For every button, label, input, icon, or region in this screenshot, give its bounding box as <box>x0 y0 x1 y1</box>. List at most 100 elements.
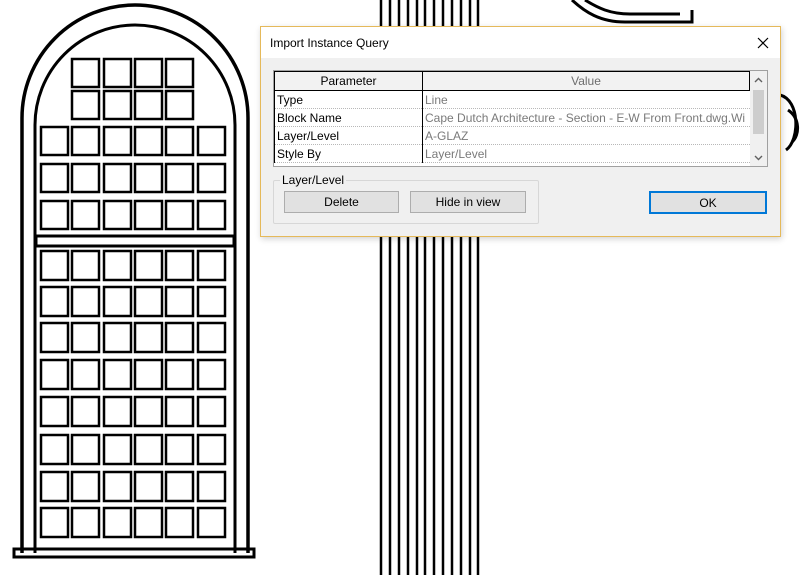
dialog-titlebar[interactable]: Import Instance Query <box>261 27 780 58</box>
window-pane <box>102 358 133 391</box>
window-pane <box>70 285 101 318</box>
window-pane <box>39 395 70 428</box>
scroll-thumb[interactable] <box>753 90 764 134</box>
window-pane <box>39 249 70 282</box>
layer-level-group: Layer/Level Delete Hide in view <box>273 173 539 224</box>
parameter-grid[interactable]: Parameter Value Type Line Block Name Cap… <box>273 70 768 167</box>
scroll-down-button[interactable] <box>750 149 767 166</box>
parameter-table: Parameter Value Type Line Block Name Cap… <box>274 71 750 163</box>
ornament-curve <box>584 0 680 16</box>
window-pane <box>196 433 227 466</box>
window-pane <box>133 433 164 466</box>
window-pane <box>133 285 164 318</box>
window-pane <box>39 125 70 157</box>
window-pane <box>196 395 227 428</box>
window-pane <box>102 89 133 121</box>
window-pane <box>70 321 101 354</box>
window-pane <box>133 358 164 391</box>
window-pane <box>102 470 133 503</box>
table-header-row: Parameter Value <box>274 71 750 91</box>
window-pane <box>164 249 195 282</box>
row-value: Cape Dutch Architecture - Section - E-W … <box>422 108 750 127</box>
window-pane <box>133 125 164 157</box>
window-pane <box>196 321 227 354</box>
window-pane <box>70 89 101 121</box>
window-pane <box>39 285 70 318</box>
window-pane <box>164 285 195 318</box>
table-row[interactable]: Type Line <box>274 90 750 109</box>
window-pane <box>196 125 227 157</box>
column-header-value[interactable]: Value <box>422 71 750 91</box>
window-pane <box>102 162 133 194</box>
row-param: Type <box>274 90 423 109</box>
table-row[interactable]: Style By Layer/Level <box>274 144 750 163</box>
window-pane <box>196 506 227 539</box>
window-pane <box>39 199 70 231</box>
delete-button[interactable]: Delete <box>284 191 399 213</box>
window-pane <box>102 249 133 282</box>
scroll-up-button[interactable] <box>750 71 767 88</box>
window-pane <box>102 125 133 157</box>
window-pane <box>133 57 164 89</box>
column-header-parameter[interactable]: Parameter <box>274 71 423 91</box>
window-pane <box>70 358 101 391</box>
window-pane <box>164 89 195 121</box>
window-pane <box>164 57 195 89</box>
window-pane <box>196 162 227 194</box>
window-pane <box>196 470 227 503</box>
row-value: A-GLAZ <box>422 126 750 145</box>
window-pane <box>39 433 70 466</box>
dialog-title: Import Instance Query <box>270 36 389 50</box>
row-value: Line <box>422 90 750 109</box>
window-pane <box>70 506 101 539</box>
window-sill <box>12 547 256 559</box>
window-pane <box>102 506 133 539</box>
close-icon <box>757 37 769 48</box>
window-pane <box>102 57 133 89</box>
window-pane <box>70 395 101 428</box>
window-pane <box>133 470 164 503</box>
close-button[interactable] <box>746 27 780 58</box>
table-row[interactable]: Layer/Level A-GLAZ <box>274 126 750 145</box>
chevron-down-icon <box>754 155 763 160</box>
row-param: Style By <box>274 144 423 163</box>
hide-in-view-button[interactable]: Hide in view <box>410 191 526 213</box>
window-pane <box>164 321 195 354</box>
window-pane <box>164 395 195 428</box>
window-pane <box>39 162 70 194</box>
ok-button[interactable]: OK <box>649 191 767 214</box>
window-pane <box>164 506 195 539</box>
window-pane <box>39 358 70 391</box>
window-pane <box>133 249 164 282</box>
window-pane <box>196 358 227 391</box>
window-pane <box>164 199 195 231</box>
window-pane <box>164 470 195 503</box>
window-pane <box>102 321 133 354</box>
window-pane <box>196 285 227 318</box>
import-instance-query-dialog: Import Instance Query Parameter Value Ty… <box>260 26 781 237</box>
window-pane <box>70 162 101 194</box>
group-label: Layer/Level <box>280 173 347 187</box>
window-pane <box>39 321 70 354</box>
window-transom <box>34 234 236 248</box>
window-pane <box>102 395 133 428</box>
window-pane <box>102 199 133 231</box>
window-pane <box>164 125 195 157</box>
window-pane <box>39 506 70 539</box>
vertical-scrollbar[interactable] <box>750 71 767 166</box>
window-pane <box>133 162 164 194</box>
row-param: Layer/Level <box>274 126 423 145</box>
window-pane <box>70 199 101 231</box>
window-pane <box>70 57 101 89</box>
window-pane <box>102 433 133 466</box>
window-pane <box>102 285 133 318</box>
window-pane <box>133 321 164 354</box>
window-pane <box>133 89 164 121</box>
window-pane <box>70 433 101 466</box>
window-pane <box>196 199 227 231</box>
table-row[interactable]: Block Name Cape Dutch Architecture - Sec… <box>274 108 750 127</box>
window-pane <box>164 162 195 194</box>
window-pane <box>133 506 164 539</box>
window-pane <box>70 470 101 503</box>
window-pane <box>133 199 164 231</box>
